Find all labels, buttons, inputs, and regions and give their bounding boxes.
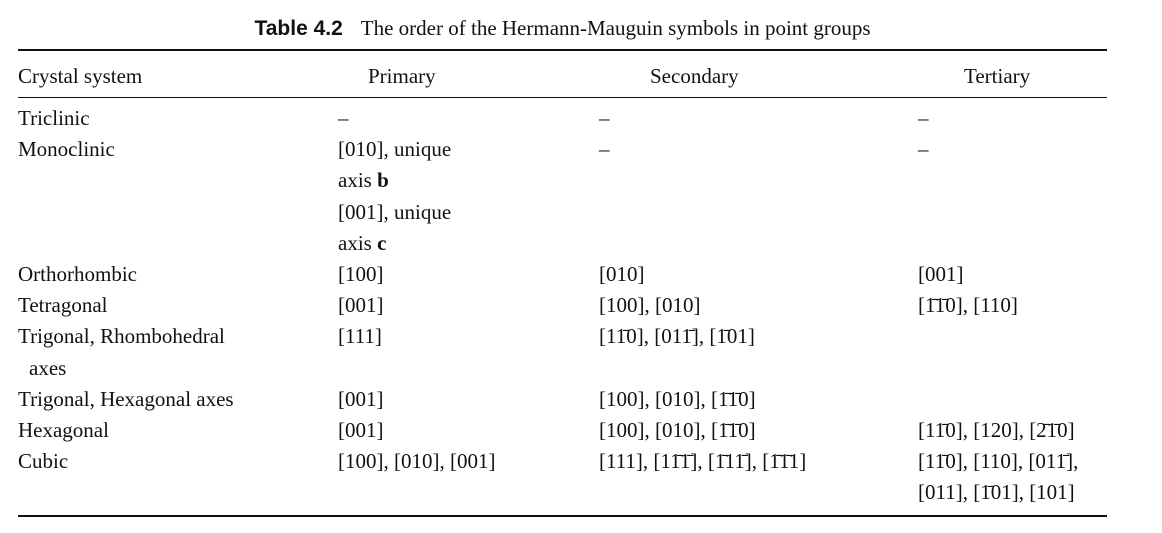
- cell-line: [001]: [338, 293, 384, 318]
- cell-line: [100], [010], [1̄1̄0]: [599, 386, 756, 411]
- cell-primary: [100], [010], [001]: [338, 446, 599, 508]
- cell-line: [010], unique: [338, 137, 452, 162]
- table-caption-label: Table 4.2: [254, 17, 343, 40]
- cell-tertiary: [918, 384, 1107, 415]
- cell-primary: [100]: [338, 259, 599, 290]
- table-row: Triclinic – – –: [18, 103, 1107, 134]
- table-body: Triclinic – – – Monoclinic [010], unique axis …: [18, 98, 1107, 515]
- header-primary: Primary: [368, 64, 436, 88]
- cell-secondary: –: [599, 134, 918, 259]
- cell-primary: [001]: [338, 415, 599, 446]
- cell-line: [100], [010], [1̄1̄0]: [599, 418, 756, 443]
- table-row: Cubic [100], [010], [001] [111], [11̄1̄], …: [18, 446, 1107, 508]
- table-caption-text: The order of the Hermann-Mauguin symbols…: [360, 16, 871, 40]
- cell-tertiary: [11̄0], [110], [011̄], [011], [1̄01], [10…: [918, 446, 1107, 508]
- cell-primary: [111]: [338, 321, 599, 383]
- cell-secondary: [010]: [599, 259, 918, 290]
- cell-line: Triclinic: [18, 106, 90, 130]
- cell-tertiary: [001]: [918, 259, 1107, 290]
- cell-line: Trigonal, Rhombohedral: [18, 324, 225, 349]
- basis-vector-label: c: [377, 230, 387, 255]
- header-crystal-system: Crystal system: [18, 64, 143, 88]
- table-row: Hexagonal [001] [100], [010], [1̄1̄0] [11̄0…: [18, 415, 1107, 446]
- cell-crystal-system: Cubic: [18, 446, 338, 508]
- cell-line: [111]: [338, 324, 382, 349]
- table-row: Tetragonal [001] [100], [010] [1̄1̄0], [110…: [18, 290, 1107, 321]
- cell-line: [001]: [918, 262, 964, 287]
- cell-line: Tetragonal: [18, 293, 108, 318]
- cell-secondary: [11̄0], [011̄], [1̄​01]: [599, 321, 918, 383]
- cell-crystal-system: Monoclinic: [18, 134, 338, 259]
- cell-line: –: [599, 106, 610, 130]
- cell-tertiary: –: [918, 103, 1107, 134]
- table-caption: Table 4.2 The order of the Hermann-Maugui…: [0, 12, 1125, 45]
- cell-line: Cubic: [18, 449, 69, 474]
- cell-line: [100], [010], [001]: [338, 449, 496, 474]
- cell-primary: [010], unique axis b [001], unique axis c: [338, 134, 599, 259]
- cell-tertiary: [918, 321, 1107, 383]
- cell-line: axis c: [338, 230, 387, 255]
- cell-tertiary: –: [918, 134, 1107, 259]
- table-row: Trigonal, Rhombohedral axes [111] [11̄0], […: [18, 321, 1107, 383]
- cell-line: [100]: [338, 262, 384, 287]
- cell-secondary: [100], [010], [1̄1̄0]: [599, 384, 918, 415]
- cell-secondary: [100], [010]: [599, 290, 918, 321]
- cell-line: [001]: [338, 418, 384, 443]
- cell-crystal-system: Tetragonal: [18, 290, 338, 321]
- cell-line: [001], unique: [338, 199, 452, 224]
- cell-secondary: [100], [010], [1̄1̄0]: [599, 415, 918, 446]
- header-secondary: Secondary: [650, 64, 739, 88]
- cell-tertiary: [11̄0], [120], [2̄1̄0]: [918, 415, 1107, 446]
- cell-secondary: –: [599, 103, 918, 134]
- cell-primary: –: [338, 103, 599, 134]
- cell-secondary: [111], [11̄1̄], [1̄11̄], [1̄1̄1]: [599, 446, 918, 508]
- cell-line: Monoclinic: [18, 137, 115, 162]
- bottom-rule: [18, 514, 1107, 517]
- cell-line: [1̄1̄0], [110]: [918, 293, 1018, 318]
- cell-line: [011], [1̄01], [101]: [918, 480, 1075, 505]
- cell-crystal-system: Hexagonal: [18, 415, 338, 446]
- cell-tertiary: [1̄1̄0], [110]: [918, 290, 1107, 321]
- table-row: Trigonal, Hexagonal axes [001] [100], [010…: [18, 384, 1107, 415]
- table-header-row: Crystal system Primary Secondary Tertiar…: [18, 51, 1107, 97]
- cell-line: [11̄0], [120], [2̄1̄0]: [918, 418, 1075, 443]
- cell-crystal-system: Orthorhombic: [18, 259, 338, 290]
- basis-vector-label: b: [377, 168, 389, 193]
- cell-primary: [001]: [338, 290, 599, 321]
- cell-line: –: [918, 106, 929, 130]
- cell-crystal-system: Trigonal, Rhombohedral axes: [18, 321, 338, 383]
- cell-line: [010]: [599, 262, 645, 287]
- cell-line: [111], [11̄1̄], [1̄11̄], [1̄1̄1]: [599, 449, 807, 474]
- cell-line: [100], [010]: [599, 293, 701, 318]
- table-row: Monoclinic [010], unique axis b [001], uniq…: [18, 134, 1107, 259]
- cell-line: [11̄0], [110], [011̄],: [918, 449, 1079, 474]
- cell-line: [001]: [338, 386, 384, 411]
- cell-line: Orthorhombic: [18, 262, 137, 287]
- cell-line: –: [599, 137, 610, 162]
- cell-line: axis b: [338, 168, 389, 193]
- cell-line: Trigonal, Hexagonal axes: [18, 386, 234, 411]
- cell-line: [11̄0], [011̄], [1̄​01]: [599, 324, 755, 349]
- header-tertiary: Tertiary: [964, 64, 1031, 88]
- cell-line: –: [918, 137, 929, 162]
- cell-crystal-system: Triclinic: [18, 103, 338, 134]
- point-group-table: Crystal system Primary Secondary Tertiar…: [18, 49, 1107, 517]
- cell-line: Hexagonal: [18, 418, 109, 443]
- cell-line: axes: [29, 355, 67, 380]
- table-row: Orthorhombic [100] [010] [001]: [18, 259, 1107, 290]
- cell-crystal-system: Trigonal, Hexagonal axes: [18, 384, 338, 415]
- cell-line: –: [338, 106, 349, 130]
- cell-primary: [001]: [338, 384, 599, 415]
